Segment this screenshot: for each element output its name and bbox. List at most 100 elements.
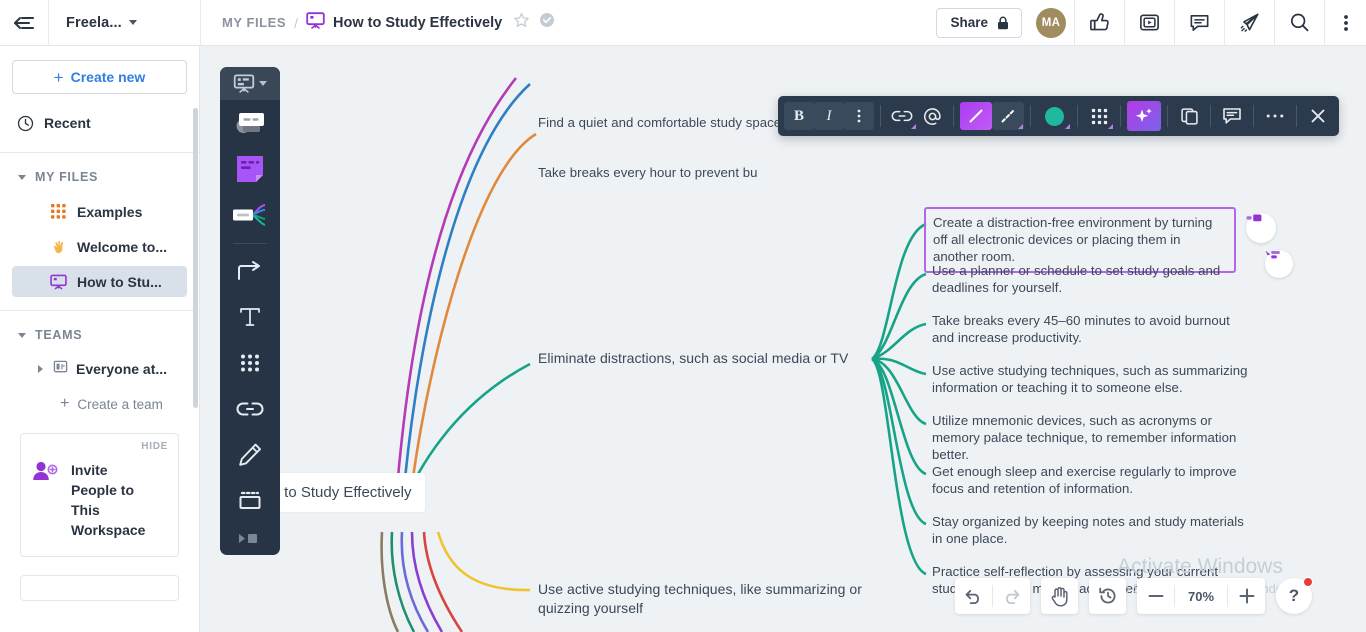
mindmap-subnode-4[interactable]: Utilize mnemonic devices, such as acrony… bbox=[932, 412, 1252, 463]
comments-button[interactable] bbox=[1174, 0, 1224, 45]
help-button[interactable]: ? bbox=[1276, 577, 1313, 614]
clock-icon bbox=[17, 115, 34, 131]
redo-icon bbox=[1006, 589, 1020, 604]
pen-draw-icon bbox=[239, 443, 261, 466]
sidebar-item-examples[interactable]: Examples bbox=[12, 196, 187, 227]
hand-pan-button[interactable] bbox=[1041, 578, 1078, 614]
comment-button[interactable] bbox=[1217, 102, 1247, 130]
tool-shapes[interactable] bbox=[220, 340, 280, 386]
more-tools-icon bbox=[239, 534, 257, 544]
tool-connector-arrow[interactable] bbox=[220, 249, 280, 295]
hide-invite-button[interactable]: HIDE bbox=[141, 441, 168, 452]
mention-button[interactable] bbox=[917, 102, 947, 130]
mindmap-subnode-2[interactable]: Take breaks every 45–60 minutes to avoid… bbox=[932, 312, 1252, 346]
send-button[interactable] bbox=[1224, 0, 1274, 45]
redo-button[interactable] bbox=[993, 578, 1030, 614]
zoom-in-button[interactable] bbox=[1228, 578, 1265, 614]
create-team-button[interactable]: + Create a team bbox=[12, 389, 187, 419]
node-cursor-badge[interactable] bbox=[1265, 250, 1293, 278]
version-history-button[interactable] bbox=[1089, 578, 1126, 614]
create-team-label: Create a team bbox=[77, 396, 163, 412]
tool-comment-bubbles[interactable] bbox=[220, 100, 280, 146]
sidebar-section-teams[interactable]: TEAMS bbox=[0, 320, 199, 350]
sidebar-item-welcome[interactable]: Welcome to... bbox=[12, 231, 187, 262]
zoom-out-button[interactable] bbox=[1137, 578, 1174, 614]
italic-button[interactable]: I bbox=[814, 102, 844, 130]
shapes-grid-icon bbox=[241, 354, 259, 372]
paper-plane-icon bbox=[1240, 13, 1259, 32]
duplicate-button[interactable] bbox=[1174, 102, 1204, 130]
saved-check-icon bbox=[539, 12, 555, 33]
mindmap-tool-icon bbox=[233, 203, 266, 226]
mindmap-subnode-3[interactable]: Use active studying techniques, such as … bbox=[932, 362, 1252, 396]
toolbar-divider-2 bbox=[953, 105, 954, 127]
toolbar-divider-6 bbox=[1167, 105, 1168, 127]
comment-icon bbox=[1223, 108, 1241, 124]
favorite-star-icon[interactable] bbox=[513, 12, 530, 34]
mindmap-subnode-6[interactable]: Stay organized by keeping notes and stud… bbox=[932, 513, 1250, 547]
text-more-button[interactable] bbox=[844, 102, 874, 130]
more-menu-button[interactable] bbox=[1324, 0, 1366, 45]
close-x-icon bbox=[1311, 109, 1325, 123]
section-label: MY FILES bbox=[35, 170, 99, 184]
share-button[interactable]: Share bbox=[936, 7, 1022, 38]
board-tool-selector[interactable] bbox=[220, 67, 280, 101]
layout-button[interactable] bbox=[1084, 102, 1114, 130]
bold-button[interactable]: B bbox=[784, 102, 814, 130]
tool-frame[interactable] bbox=[220, 478, 280, 524]
link-button[interactable] bbox=[887, 102, 917, 130]
avatar[interactable]: MA bbox=[1036, 7, 1066, 38]
color-button[interactable] bbox=[1037, 102, 1071, 130]
workspace-switcher[interactable]: Freela... bbox=[49, 0, 201, 45]
top-bar-actions: Share MA bbox=[936, 0, 1366, 45]
line-dash-button[interactable] bbox=[992, 102, 1024, 130]
italic-label: I bbox=[826, 107, 832, 124]
node-link-badge[interactable] bbox=[1246, 213, 1276, 243]
mindmap-node-active-studying[interactable]: Use active studying techniques, like sum… bbox=[538, 580, 868, 618]
mindmap-node-take-breaks[interactable]: Take breaks every hour to prevent bu bbox=[538, 164, 828, 181]
mindmap-node-eliminate-distractions[interactable]: Eliminate distractions, such as social m… bbox=[538, 350, 868, 367]
grid-orange-icon bbox=[50, 203, 67, 220]
close-button[interactable] bbox=[1303, 102, 1333, 130]
tool-pen[interactable] bbox=[220, 432, 280, 478]
undo-icon bbox=[965, 589, 979, 604]
tool-mindmap[interactable] bbox=[220, 192, 280, 238]
file-label: How to Stu... bbox=[77, 273, 162, 290]
collapse-sidebar-button[interactable] bbox=[0, 0, 49, 45]
search-button[interactable] bbox=[1274, 0, 1324, 45]
zoom-level[interactable]: 70% bbox=[1175, 589, 1227, 604]
mindmap-subnode-5[interactable]: Get enough sleep and exercise regularly … bbox=[932, 463, 1254, 497]
undo-button[interactable] bbox=[955, 578, 992, 614]
chevron-right-icon bbox=[38, 364, 43, 373]
dashed-line-icon bbox=[1001, 109, 1015, 123]
create-new-button[interactable]: + Create new bbox=[12, 60, 187, 94]
add-person-icon bbox=[31, 460, 61, 540]
sidebar-item-recent[interactable]: Recent bbox=[12, 106, 187, 140]
board-title[interactable]: How to Study Effectively bbox=[333, 15, 502, 31]
vertical-dots-icon bbox=[857, 109, 861, 123]
tool-more[interactable] bbox=[220, 524, 280, 555]
sidebar-item-how-to-study[interactable]: How to Stu... bbox=[12, 266, 187, 297]
tool-text[interactable] bbox=[220, 294, 280, 340]
file-label: Examples bbox=[77, 203, 143, 220]
presentation-button[interactable] bbox=[1124, 0, 1174, 45]
recent-label: Recent bbox=[44, 115, 91, 131]
sidebar-scrollbar[interactable] bbox=[193, 108, 198, 408]
connector-arrow-icon bbox=[238, 260, 260, 280]
plus-icon: + bbox=[53, 67, 64, 87]
toolbar-divider-5 bbox=[1120, 105, 1121, 127]
breadcrumb-my-files[interactable]: MY FILES bbox=[222, 15, 286, 30]
thumbs-up-button[interactable] bbox=[1074, 0, 1124, 45]
sidebar-section-my-files[interactable]: MY FILES bbox=[0, 162, 199, 192]
comment-bubbles-tool-icon bbox=[236, 112, 264, 133]
invite-people-card[interactable]: HIDE Invite People to This Workspace bbox=[20, 433, 179, 557]
ai-button[interactable] bbox=[1127, 101, 1161, 131]
line-style-button[interactable] bbox=[960, 102, 992, 130]
notification-dot bbox=[1303, 577, 1313, 587]
sidebar-item-everyone-at[interactable]: Everyone at... bbox=[12, 353, 187, 384]
board-select-icon bbox=[233, 74, 255, 93]
tool-sticky-note[interactable] bbox=[220, 146, 280, 192]
more-button[interactable] bbox=[1260, 102, 1290, 130]
mindmap-subnode-1[interactable]: Use a planner or schedule to set study g… bbox=[932, 262, 1232, 296]
tool-link[interactable] bbox=[220, 386, 280, 432]
